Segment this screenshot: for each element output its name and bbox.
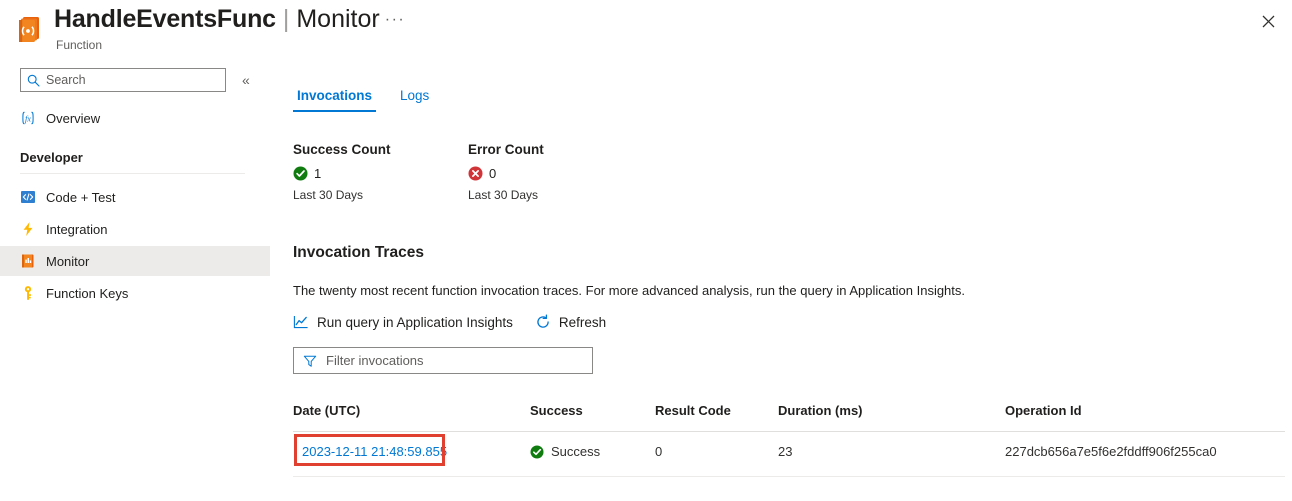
- cell-duration: 23: [778, 444, 792, 459]
- sidebar: Search « fx Overview Developer: [0, 62, 270, 501]
- svg-text:fx: fx: [25, 114, 31, 123]
- cell-date-link[interactable]: 2023-12-11 21:48:59.855: [302, 444, 447, 459]
- command-label: Refresh: [559, 315, 606, 330]
- cell-success: Success: [530, 444, 600, 459]
- cell-result-code: 0: [655, 444, 662, 459]
- command-bar: Run query in Application Insights Refres…: [293, 314, 628, 330]
- tab-bar: Invocations Logs: [293, 88, 453, 112]
- lightning-icon: [20, 221, 36, 237]
- section-description: The twenty most recent function invocati…: [293, 283, 965, 298]
- search-input[interactable]: Search: [20, 68, 226, 92]
- sidebar-item-label: Function Keys: [46, 286, 128, 301]
- metric-value: 0: [489, 166, 496, 181]
- sidebar-group-developer: Developer: [20, 150, 83, 165]
- sidebar-search-row: Search «: [20, 68, 266, 92]
- error-status-icon: [468, 166, 483, 181]
- column-header-operation-id[interactable]: Operation Id: [1005, 403, 1082, 418]
- function-app-icon: [16, 15, 44, 43]
- invocation-traces-table: Date (UTC) Success Result Code Duration …: [293, 397, 1285, 476]
- metric-success-count: Success Count 1 Last 30 Days: [293, 142, 391, 202]
- cell-operation-id: 227dcb656a7e5f6e2fddff906f255ca0: [1005, 444, 1217, 459]
- refresh-button[interactable]: Refresh: [535, 314, 606, 330]
- function-fx-icon: fx: [20, 110, 36, 126]
- table-row-divider: [293, 476, 1285, 477]
- page-subtitle: Function: [56, 38, 380, 52]
- collapse-sidebar-icon[interactable]: «: [242, 70, 250, 90]
- blade-header: HandleEventsFunc | Monitor Function ···: [0, 0, 1292, 62]
- run-query-in-app-insights-button[interactable]: Run query in Application Insights: [293, 314, 513, 330]
- filter-placeholder: Filter invocations: [326, 353, 424, 368]
- cell-success-label: Success: [551, 444, 600, 459]
- table-header-row: Date (UTC) Success Result Code Duration …: [293, 397, 1285, 431]
- table-row: 2023-12-11 21:48:59.855 Success 0 23 227…: [293, 431, 1285, 476]
- main-content: Invocations Logs Success Count 1 Last 30…: [270, 62, 1292, 501]
- metric-error-count: Error Count 0 Last 30 Days: [468, 142, 544, 202]
- sidebar-item-integration[interactable]: Integration: [0, 214, 270, 244]
- filter-invocations-input[interactable]: Filter invocations: [293, 347, 593, 374]
- sidebar-item-label: Code + Test: [46, 190, 116, 205]
- key-icon: [20, 285, 36, 301]
- command-label: Run query in Application Insights: [317, 315, 513, 330]
- success-status-icon: [530, 445, 544, 459]
- column-header-date[interactable]: Date (UTC): [293, 403, 360, 418]
- azure-portal-blade: HandleEventsFunc | Monitor Function ···: [0, 0, 1292, 501]
- title-separator: |: [283, 4, 290, 34]
- monitor-icon: [20, 253, 36, 269]
- refresh-icon: [535, 314, 551, 330]
- page-title-block: HandleEventsFunc | Monitor Function: [54, 4, 380, 52]
- sidebar-item-overview[interactable]: fx Overview: [0, 103, 270, 133]
- success-status-icon: [293, 166, 308, 181]
- metric-period: Last 30 Days: [468, 188, 544, 202]
- tab-invocations[interactable]: Invocations: [293, 88, 376, 112]
- chart-line-icon: [293, 314, 309, 330]
- sidebar-item-label: Monitor: [46, 254, 89, 269]
- metric-value: 1: [314, 166, 321, 181]
- column-header-duration[interactable]: Duration (ms): [778, 403, 863, 418]
- search-placeholder: Search: [46, 73, 86, 87]
- metric-title: Success Count: [293, 142, 391, 157]
- sidebar-group-divider: [20, 173, 245, 174]
- section-title-invocation-traces: Invocation Traces: [293, 244, 424, 262]
- close-icon[interactable]: [1256, 9, 1280, 33]
- metric-title: Error Count: [468, 142, 544, 157]
- column-header-result-code[interactable]: Result Code: [655, 403, 731, 418]
- sidebar-item-monitor[interactable]: Monitor: [0, 246, 270, 276]
- sidebar-item-code-test[interactable]: Code + Test: [0, 182, 270, 212]
- filter-funnel-icon: [303, 354, 317, 368]
- column-header-success[interactable]: Success: [530, 403, 583, 418]
- page-title: HandleEventsFunc: [54, 4, 276, 34]
- search-icon: [27, 74, 40, 87]
- tab-logs[interactable]: Logs: [396, 88, 433, 112]
- sidebar-item-label: Integration: [46, 222, 107, 237]
- sidebar-item-function-keys[interactable]: Function Keys: [0, 278, 270, 308]
- metric-period: Last 30 Days: [293, 188, 391, 202]
- more-options-button[interactable]: ···: [384, 9, 406, 31]
- sidebar-item-label: Overview: [46, 111, 100, 126]
- code-icon: [20, 189, 36, 205]
- page-title-section: Monitor: [296, 4, 379, 34]
